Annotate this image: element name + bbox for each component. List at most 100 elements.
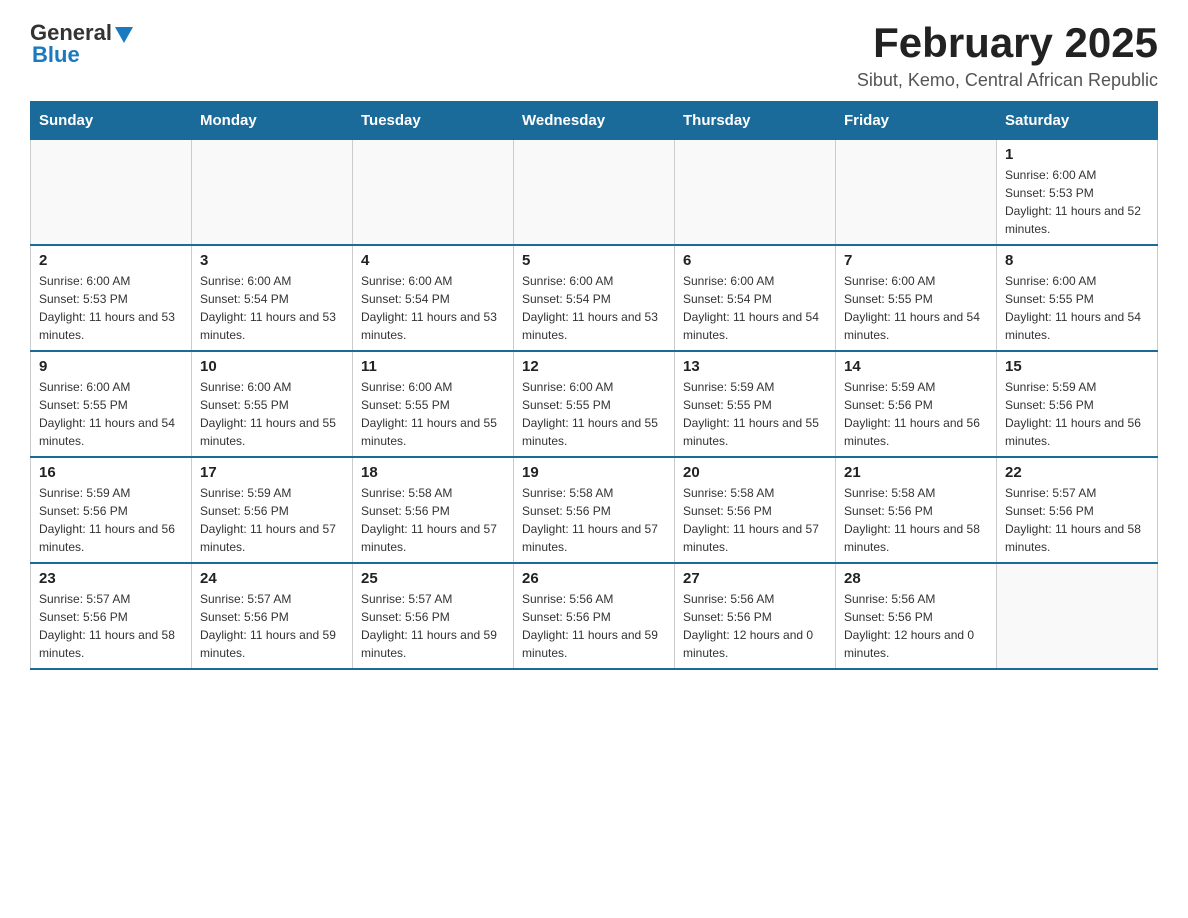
day-number: 22 <box>1005 464 1149 481</box>
calendar-cell <box>353 140 514 246</box>
day-number: 14 <box>844 358 988 375</box>
calendar-title: February 2025 <box>857 20 1158 66</box>
calendar-table: SundayMondayTuesdayWednesdayThursdayFrid… <box>30 101 1158 670</box>
day-info: Sunrise: 6:00 AMSunset: 5:54 PMDaylight:… <box>200 272 344 344</box>
calendar-subtitle: Sibut, Kemo, Central African Republic <box>857 70 1158 91</box>
day-info: Sunrise: 6:00 AMSunset: 5:54 PMDaylight:… <box>683 272 827 344</box>
calendar-cell: 2 Sunrise: 6:00 AMSunset: 5:53 PMDaylight… <box>31 245 192 351</box>
logo-blue-text: Blue <box>32 42 80 68</box>
day-of-week-header: Monday <box>192 102 353 140</box>
day-of-week-header: Wednesday <box>514 102 675 140</box>
day-number: 23 <box>39 570 183 587</box>
day-info: Sunrise: 5:59 AMSunset: 5:55 PMDaylight:… <box>683 378 827 450</box>
calendar-cell <box>514 140 675 246</box>
logo: General Blue <box>30 20 133 68</box>
day-number: 28 <box>844 570 988 587</box>
day-number: 5 <box>522 252 666 269</box>
calendar-cell: 5 Sunrise: 6:00 AMSunset: 5:54 PMDaylight… <box>514 245 675 351</box>
day-of-week-header: Saturday <box>997 102 1158 140</box>
day-number: 13 <box>683 358 827 375</box>
day-of-week-header: Sunday <box>31 102 192 140</box>
calendar-cell: 22 Sunrise: 5:57 AMSunset: 5:56 PMDayligh… <box>997 457 1158 563</box>
day-info: Sunrise: 5:59 AMSunset: 5:56 PMDaylight:… <box>200 484 344 556</box>
day-info: Sunrise: 5:59 AMSunset: 5:56 PMDaylight:… <box>844 378 988 450</box>
calendar-cell: 26Sunrise: 5:56 AMSunset: 5:56 PMDayligh… <box>514 563 675 669</box>
day-info: Sunrise: 5:58 AMSunset: 5:56 PMDaylight:… <box>361 484 505 556</box>
day-info: Sunrise: 5:57 AMSunset: 5:56 PMDaylight:… <box>39 590 183 662</box>
calendar-cell: 12 Sunrise: 6:00 AMSunset: 5:55 PMDayligh… <box>514 351 675 457</box>
day-info: Sunrise: 6:00 AMSunset: 5:53 PMDaylight:… <box>1005 166 1149 238</box>
day-number: 8 <box>1005 252 1149 269</box>
calendar-week-row: 1 Sunrise: 6:00 AMSunset: 5:53 PMDaylight… <box>31 140 1158 246</box>
calendar-week-row: 16 Sunrise: 5:59 AMSunset: 5:56 PMDayligh… <box>31 457 1158 563</box>
day-number: 11 <box>361 358 505 375</box>
day-info: Sunrise: 6:00 AMSunset: 5:55 PMDaylight:… <box>522 378 666 450</box>
calendar-cell: 28Sunrise: 5:56 AMSunset: 5:56 PMDayligh… <box>836 563 997 669</box>
calendar-cell: 11 Sunrise: 6:00 AMSunset: 5:55 PMDayligh… <box>353 351 514 457</box>
day-info: Sunrise: 5:56 AMSunset: 5:56 PMDaylight:… <box>683 590 827 662</box>
day-number: 12 <box>522 358 666 375</box>
day-info: Sunrise: 5:58 AMSunset: 5:56 PMDaylight:… <box>522 484 666 556</box>
day-number: 25 <box>361 570 505 587</box>
calendar-cell: 20 Sunrise: 5:58 AMSunset: 5:56 PMDayligh… <box>675 457 836 563</box>
calendar-cell <box>997 563 1158 669</box>
calendar-cell <box>675 140 836 246</box>
calendar-cell: 6 Sunrise: 6:00 AMSunset: 5:54 PMDaylight… <box>675 245 836 351</box>
page-header: General Blue February 2025 Sibut, Kemo, … <box>30 20 1158 91</box>
day-info: Sunrise: 6:00 AMSunset: 5:55 PMDaylight:… <box>1005 272 1149 344</box>
calendar-cell: 7 Sunrise: 6:00 AMSunset: 5:55 PMDaylight… <box>836 245 997 351</box>
day-info: Sunrise: 6:00 AMSunset: 5:55 PMDaylight:… <box>200 378 344 450</box>
day-of-week-header: Tuesday <box>353 102 514 140</box>
day-info: Sunrise: 5:57 AMSunset: 5:56 PMDaylight:… <box>200 590 344 662</box>
day-number: 26 <box>522 570 666 587</box>
calendar-cell: 27 Sunrise: 5:56 AMSunset: 5:56 PMDayligh… <box>675 563 836 669</box>
calendar-week-row: 23 Sunrise: 5:57 AMSunset: 5:56 PMDayligh… <box>31 563 1158 669</box>
day-info: Sunrise: 5:58 AMSunset: 5:56 PMDaylight:… <box>683 484 827 556</box>
calendar-cell: 15Sunrise: 5:59 AMSunset: 5:56 PMDayligh… <box>997 351 1158 457</box>
day-info: Sunrise: 6:00 AMSunset: 5:53 PMDaylight:… <box>39 272 183 344</box>
day-info: Sunrise: 6:00 AMSunset: 5:55 PMDaylight:… <box>844 272 988 344</box>
day-number: 27 <box>683 570 827 587</box>
calendar-week-row: 2 Sunrise: 6:00 AMSunset: 5:53 PMDaylight… <box>31 245 1158 351</box>
day-number: 19 <box>522 464 666 481</box>
day-number: 4 <box>361 252 505 269</box>
day-info: Sunrise: 5:57 AMSunset: 5:56 PMDaylight:… <box>1005 484 1149 556</box>
day-info: Sunrise: 5:57 AMSunset: 5:56 PMDaylight:… <box>361 590 505 662</box>
day-info: Sunrise: 5:58 AMSunset: 5:56 PMDaylight:… <box>844 484 988 556</box>
day-info: Sunrise: 5:59 AMSunset: 5:56 PMDaylight:… <box>1005 378 1149 450</box>
day-number: 21 <box>844 464 988 481</box>
calendar-cell: 13 Sunrise: 5:59 AMSunset: 5:55 PMDayligh… <box>675 351 836 457</box>
calendar-cell <box>192 140 353 246</box>
day-of-week-header: Friday <box>836 102 997 140</box>
day-number: 16 <box>39 464 183 481</box>
day-number: 18 <box>361 464 505 481</box>
day-of-week-header: Thursday <box>675 102 836 140</box>
day-info: Sunrise: 6:00 AMSunset: 5:54 PMDaylight:… <box>361 272 505 344</box>
day-number: 20 <box>683 464 827 481</box>
day-number: 6 <box>683 252 827 269</box>
day-number: 10 <box>200 358 344 375</box>
day-number: 24 <box>200 570 344 587</box>
calendar-cell: 24 Sunrise: 5:57 AMSunset: 5:56 PMDayligh… <box>192 563 353 669</box>
calendar-cell: 25 Sunrise: 5:57 AMSunset: 5:56 PMDayligh… <box>353 563 514 669</box>
calendar-cell <box>836 140 997 246</box>
calendar-cell: 19 Sunrise: 5:58 AMSunset: 5:56 PMDayligh… <box>514 457 675 563</box>
calendar-cell: 4 Sunrise: 6:00 AMSunset: 5:54 PMDaylight… <box>353 245 514 351</box>
calendar-cell: 1 Sunrise: 6:00 AMSunset: 5:53 PMDaylight… <box>997 140 1158 246</box>
day-number: 2 <box>39 252 183 269</box>
calendar-cell: 23 Sunrise: 5:57 AMSunset: 5:56 PMDayligh… <box>31 563 192 669</box>
day-info: Sunrise: 6:00 AMSunset: 5:54 PMDaylight:… <box>522 272 666 344</box>
calendar-header-row: SundayMondayTuesdayWednesdayThursdayFrid… <box>31 102 1158 140</box>
calendar-cell: 9Sunrise: 6:00 AMSunset: 5:55 PMDaylight… <box>31 351 192 457</box>
calendar-cell: 21 Sunrise: 5:58 AMSunset: 5:56 PMDayligh… <box>836 457 997 563</box>
title-section: February 2025 Sibut, Kemo, Central Afric… <box>857 20 1158 91</box>
calendar-cell: 10 Sunrise: 6:00 AMSunset: 5:55 PMDayligh… <box>192 351 353 457</box>
calendar-cell: 17Sunrise: 5:59 AMSunset: 5:56 PMDayligh… <box>192 457 353 563</box>
day-number: 7 <box>844 252 988 269</box>
calendar-cell <box>31 140 192 246</box>
day-info: Sunrise: 6:00 AMSunset: 5:55 PMDaylight:… <box>361 378 505 450</box>
calendar-cell: 3Sunrise: 6:00 AMSunset: 5:54 PMDaylight… <box>192 245 353 351</box>
calendar-cell: 14 Sunrise: 5:59 AMSunset: 5:56 PMDayligh… <box>836 351 997 457</box>
day-number: 1 <box>1005 146 1149 163</box>
day-info: Sunrise: 5:59 AMSunset: 5:56 PMDaylight:… <box>39 484 183 556</box>
